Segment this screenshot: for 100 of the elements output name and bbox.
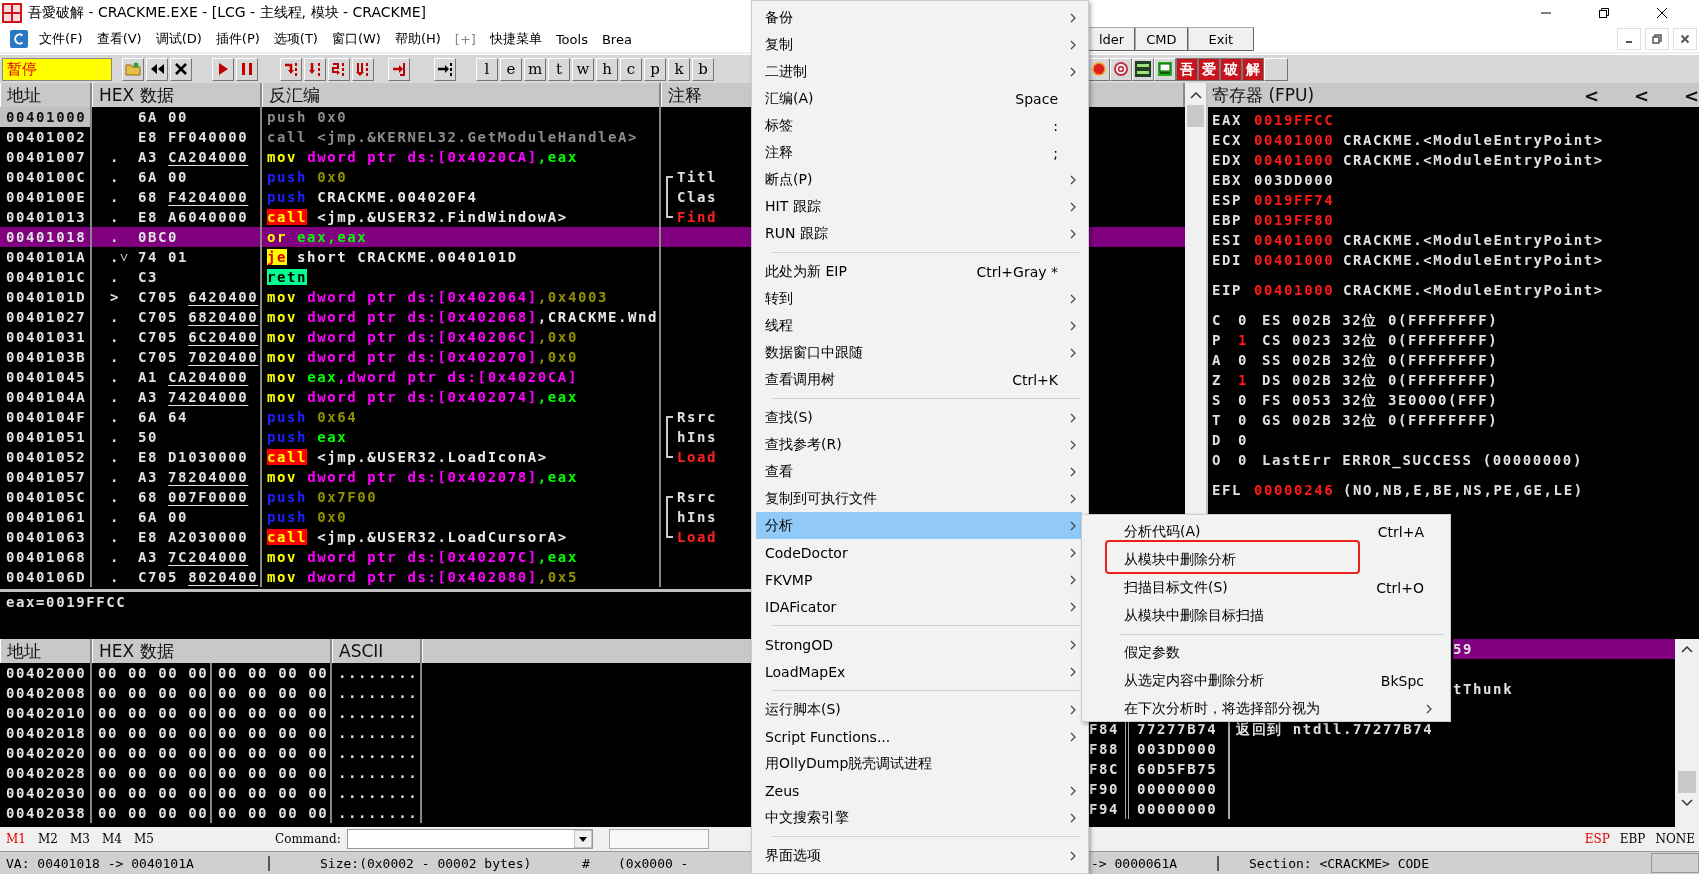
menu-item[interactable]: 界面选项: [756, 842, 1082, 869]
toolbar-button[interactable]: lder: [1088, 27, 1136, 51]
toolbar-button[interactable]: 爱: [1198, 57, 1220, 81]
toolbar-button[interactable]: 破: [1220, 57, 1242, 81]
stack-row[interactable]: tThunk: [1453, 679, 1675, 699]
scrollbar-thumb[interactable]: [1678, 771, 1696, 793]
register-value[interactable]: 00401000: [1254, 150, 1343, 170]
menu-item[interactable]: 此处为新 EIP Ctrl+Gray *: [756, 258, 1082, 285]
trace-over-button[interactable]: [352, 57, 374, 81]
toolbar-button[interactable]: l: [476, 57, 498, 81]
scroll-down-icon[interactable]: [1681, 799, 1693, 807]
menu-item[interactable]: 快捷菜单: [482, 30, 549, 48]
toolbar-button[interactable]: b: [692, 57, 714, 81]
menu-item[interactable]: HIT 跟踪: [756, 193, 1082, 220]
command-field[interactable]: [346, 829, 593, 849]
scroll-up-icon[interactable]: [1189, 91, 1202, 99]
toolbar-button[interactable]: 吾: [1176, 57, 1198, 81]
trace-into-button[interactable]: [328, 57, 350, 81]
menu-item[interactable]: 复制到可执行文件: [756, 485, 1082, 512]
menu-item[interactable]: 从选定内容中删除分析 BkSpc: [1082, 667, 1442, 695]
toolbar-button[interactable]: m: [524, 57, 546, 81]
column-header[interactable]: 反汇编: [262, 83, 661, 107]
menu-item[interactable]: 插件(P): [208, 30, 267, 48]
menu-item[interactable]: 帮助(H): [387, 30, 448, 48]
toolbar-button[interactable]: p: [644, 57, 666, 81]
menu-item[interactable]: 备份: [756, 4, 1082, 31]
menu-item[interactable]: Brea: [594, 31, 639, 47]
marker-tab[interactable]: M2: [38, 832, 64, 846]
flag-value[interactable]: 1: [1238, 330, 1262, 350]
register-value[interactable]: 00401000: [1254, 280, 1343, 300]
menu-item[interactable]: 注释 ;: [756, 139, 1082, 166]
mode-toggle[interactable]: NONE: [1655, 832, 1695, 846]
app-c-icon[interactable]: [10, 30, 28, 48]
flag-value[interactable]: 1: [1238, 370, 1262, 390]
menu-item[interactable]: 数据窗口中跟随: [756, 339, 1082, 366]
toolbar-button[interactable]: k: [668, 57, 690, 81]
binary-button[interactable]: [1132, 57, 1154, 81]
toolbar-button[interactable]: h: [596, 57, 618, 81]
menu-item[interactable]: FKVMP: [756, 566, 1082, 593]
open-button[interactable]: [122, 57, 144, 81]
register-value[interactable]: 00000246: [1254, 480, 1343, 500]
toolbar-button[interactable]: c: [620, 57, 642, 81]
toolbar-button[interactable]: e: [500, 57, 522, 81]
record-button[interactable]: [1088, 57, 1110, 81]
register-value[interactable]: 00401000: [1254, 250, 1343, 270]
collapse-arrow-button[interactable]: <: [1649, 84, 1699, 106]
menu-item[interactable]: Tools: [548, 31, 595, 47]
menu-item[interactable]: 查看(V): [89, 30, 149, 48]
menu-item[interactable]: 假定参数: [1082, 639, 1442, 667]
toolbar-button[interactable]: 解: [1242, 57, 1264, 81]
marker-tab[interactable]: M3: [70, 832, 96, 846]
menu-item[interactable]: 窗口(W): [324, 30, 388, 48]
register-value[interactable]: 003DD000: [1254, 170, 1343, 190]
flag-value[interactable]: 0: [1238, 390, 1262, 410]
toolbar-button[interactable]: CMD: [1135, 27, 1188, 51]
marker-tab[interactable]: M1: [6, 832, 32, 846]
menu-item[interactable]: 转到: [756, 285, 1082, 312]
restart-button[interactable]: [146, 57, 168, 81]
column-header[interactable]: 地址: [0, 639, 92, 663]
minimize-button[interactable]: [1617, 28, 1641, 50]
scrollbar-thumb[interactable]: [1187, 105, 1204, 127]
stack-row[interactable]: 59: [1453, 639, 1675, 659]
flag-value[interactable]: 0: [1238, 430, 1262, 450]
dropdown-arrow-icon[interactable]: [573, 830, 592, 848]
menu-item[interactable]: StrongOD: [756, 631, 1082, 658]
collapse-arrow-button[interactable]: <: [1599, 84, 1649, 106]
menu-item[interactable]: 汇编(A) Space: [756, 85, 1082, 112]
register-value[interactable]: 0019FFCC: [1254, 110, 1343, 130]
register-value[interactable]: 00401000: [1254, 230, 1343, 250]
target-button[interactable]: [1110, 57, 1132, 81]
menu-item[interactable]: 中文搜索引擎: [756, 804, 1082, 831]
menu-item[interactable]: 断点(P): [756, 166, 1082, 193]
menu-item[interactable]: 文件(F): [32, 30, 90, 48]
menu-item[interactable]: 标签 :: [756, 112, 1082, 139]
marker-tab[interactable]: M5: [134, 832, 160, 846]
collapse-arrow-button[interactable]: <: [1549, 84, 1599, 106]
mode-toggle[interactable]: EBP: [1619, 832, 1646, 846]
menu-item[interactable]: 选项(T): [266, 30, 325, 48]
close-button[interactable]: [1673, 28, 1697, 50]
menu-item[interactable]: 查找(S): [756, 404, 1082, 431]
register-value[interactable]: 00401000: [1254, 130, 1343, 150]
close-program-button[interactable]: [170, 57, 192, 81]
scroll-up-icon[interactable]: [1681, 645, 1693, 653]
scrollbar[interactable]: [1675, 639, 1699, 827]
pause-button[interactable]: [236, 57, 258, 81]
toolbar-button[interactable]: w: [572, 57, 594, 81]
column-header[interactable]: ASCII: [332, 639, 422, 663]
execute-till-return-button[interactable]: [388, 57, 410, 81]
column-header[interactable]: HEX 数据: [92, 83, 262, 107]
menu-item[interactable]: IDAFicator: [756, 593, 1082, 620]
menu-item[interactable]: 调试(D): [148, 30, 209, 48]
input-field[interactable]: [608, 829, 709, 849]
menu-item[interactable]: 复制: [756, 31, 1082, 58]
menu-item[interactable]: 查看: [756, 458, 1082, 485]
menu-item[interactable]: Script Functions...: [756, 723, 1082, 750]
monitor-button[interactable]: [1154, 57, 1176, 81]
menu-item[interactable]: 二进制: [756, 58, 1082, 85]
flag-value[interactable]: 0: [1238, 310, 1262, 330]
flag-value[interactable]: 0: [1238, 450, 1262, 470]
menu-item[interactable]: LoadMapEx: [756, 658, 1082, 685]
